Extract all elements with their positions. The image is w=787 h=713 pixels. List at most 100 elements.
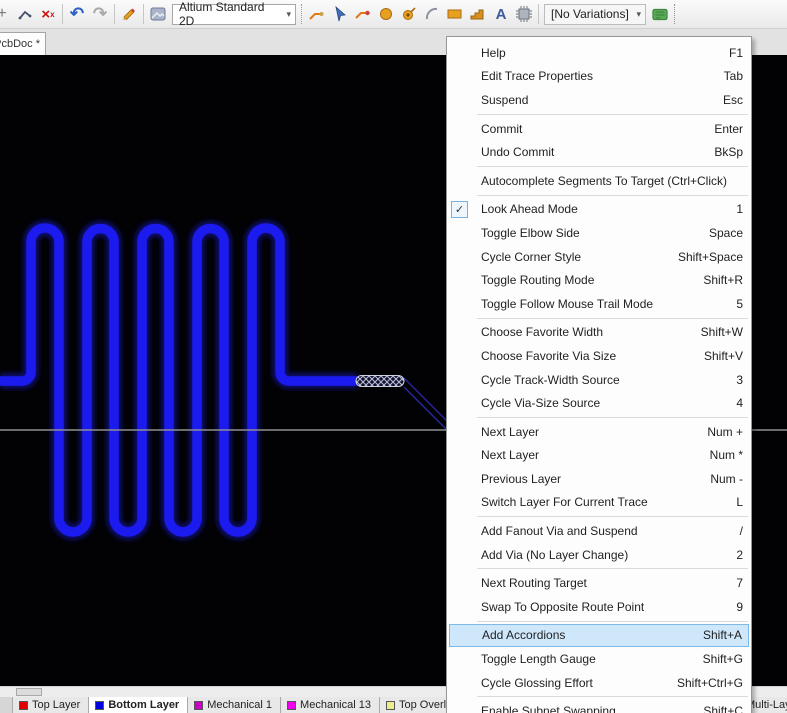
menu-item-shortcut: 3 xyxy=(724,373,743,387)
menu-item[interactable]: ✓Look Ahead Mode1 xyxy=(447,198,751,222)
menu-item-shortcut: F1 xyxy=(717,46,743,60)
string-icon[interactable]: A xyxy=(492,4,510,24)
pad-icon[interactable] xyxy=(377,4,395,24)
menu-item[interactable]: Autocomplete Segments To Target (Ctrl+Cl… xyxy=(447,169,751,193)
menu-item-label: Toggle Follow Mouse Trail Mode xyxy=(481,297,724,311)
lookahead-hatched-segment xyxy=(356,376,404,387)
menu-item[interactable]: Previous LayerNum - xyxy=(447,467,751,491)
route-conflict-icon[interactable] xyxy=(354,4,372,24)
menu-item[interactable]: Add Fanout Via and Suspend/ xyxy=(447,519,751,543)
menu-item-label: Cycle Glossing Effort xyxy=(481,676,665,690)
layer-color-swatch xyxy=(19,701,28,710)
menu-item[interactable]: Undo CommitBkSp xyxy=(447,140,751,164)
layer-color-swatch xyxy=(386,701,395,710)
toolbar-grip[interactable] xyxy=(674,4,680,24)
menu-separator xyxy=(477,417,748,418)
context-menu: HelpF1Edit Trace PropertiesTabSuspendEsc… xyxy=(446,36,752,713)
route-icon[interactable] xyxy=(308,4,326,24)
component-icon[interactable] xyxy=(515,4,533,24)
menu-item-shortcut: Shift+A xyxy=(691,628,742,642)
redo-icon[interactable]: ↷ xyxy=(91,4,109,24)
menu-item[interactable]: Choose Favorite WidthShift+W xyxy=(447,321,751,345)
menu-item-label: Choose Favorite Via Size xyxy=(481,349,692,363)
menu-item[interactable]: SuspendEsc xyxy=(447,88,751,112)
menu-item[interactable]: Toggle Length GaugeShift+G xyxy=(447,647,751,671)
menu-item-label: Toggle Elbow Side xyxy=(481,226,697,240)
chevron-down-icon: ▾ xyxy=(280,9,291,20)
scrollbar-thumb[interactable] xyxy=(16,688,42,696)
menu-item[interactable]: Edit Trace PropertiesTab xyxy=(447,65,751,89)
menu-item-shortcut: Tab xyxy=(712,69,743,83)
menu-item[interactable]: Next LayerNum * xyxy=(447,444,751,468)
menu-item-shortcut: 1 xyxy=(724,202,743,216)
undo-icon[interactable]: ↶ xyxy=(68,4,86,24)
menu-separator xyxy=(477,114,748,115)
toolbar-separator xyxy=(143,4,144,24)
guide-line xyxy=(404,387,452,435)
annotate-pencil-icon[interactable] xyxy=(120,4,138,24)
menu-item[interactable]: Switch Layer For Current TraceL xyxy=(447,491,751,515)
menu-item-label: Choose Favorite Width xyxy=(481,325,689,339)
menu-item-shortcut: L xyxy=(724,495,743,509)
menu-item[interactable]: Add AccordionsShift+A xyxy=(449,624,749,648)
board-icon[interactable] xyxy=(651,4,669,24)
menu-item[interactable]: Toggle Routing ModeShift+R xyxy=(447,268,751,292)
layer-tab[interactable]: Bottom Layer xyxy=(89,697,188,713)
menu-item[interactable]: Next LayerNum + xyxy=(447,420,751,444)
layer-tab[interactable]: Mechanical 13 xyxy=(281,697,380,713)
menu-separator xyxy=(477,166,748,167)
menu-separator xyxy=(477,621,748,622)
menu-item-label: Look Ahead Mode xyxy=(481,202,724,216)
layer-tab[interactable]: Mechanical 1 xyxy=(188,697,281,713)
menu-item[interactable]: Cycle Track-Width Source3 xyxy=(447,368,751,392)
menu-item-label: Help xyxy=(481,46,717,60)
menu-item-shortcut: Num - xyxy=(698,472,743,486)
menu-item[interactable]: Swap To Opposite Route Point9 xyxy=(447,595,751,619)
menu-item[interactable]: Next Routing Target7 xyxy=(447,571,751,595)
variations-select[interactable]: [No Variations] ▾ xyxy=(544,4,646,25)
menu-item-label: Next Routing Target xyxy=(481,576,724,590)
image-icon[interactable] xyxy=(149,4,167,24)
menu-item[interactable]: CommitEnter xyxy=(447,117,751,141)
menu-item-shortcut: Shift+V xyxy=(692,349,743,363)
fill-icon[interactable] xyxy=(446,4,464,24)
pointer-icon[interactable] xyxy=(331,4,349,24)
menu-item[interactable]: Cycle Glossing EffortShift+Ctrl+G xyxy=(447,671,751,695)
main-toolbar: + ×x ↶ ↷ Altium xyxy=(0,0,787,29)
menu-item[interactable]: Add Via (No Layer Change)2 xyxy=(447,543,751,567)
layer-color-swatch xyxy=(194,701,203,710)
menu-item[interactable]: Choose Favorite Via SizeShift+V xyxy=(447,344,751,368)
menu-item-shortcut: Shift+G xyxy=(691,652,743,666)
snap-icon[interactable] xyxy=(16,4,34,24)
menu-item[interactable]: HelpF1 xyxy=(447,41,751,65)
document-tab[interactable]: PcbDoc * xyxy=(0,32,46,55)
via-icon[interactable] xyxy=(400,4,418,24)
menu-separator xyxy=(477,516,748,517)
menu-item[interactable]: Cycle Via-Size Source4 xyxy=(447,391,751,415)
lookahead-guide-lines xyxy=(404,378,452,435)
layer-tab-scroll-stub[interactable] xyxy=(0,697,13,713)
menu-item-label: Switch Layer For Current Trace xyxy=(481,495,724,509)
menu-item-shortcut: 2 xyxy=(724,548,743,562)
menu-item-label: Next Layer xyxy=(481,425,695,439)
toolbar-separator xyxy=(62,4,63,24)
view-mode-select[interactable]: Altium Standard 2D ▾ xyxy=(172,4,296,25)
polygon-pour-icon[interactable] xyxy=(469,4,487,24)
menu-item[interactable]: Enable Subnet SwappingShift+C xyxy=(447,699,751,713)
layer-tab-label: Top Layer xyxy=(32,699,80,711)
menu-item-shortcut: BkSp xyxy=(702,145,743,159)
menu-item-label: Toggle Length Gauge xyxy=(481,652,691,666)
menu-item[interactable]: Cycle Corner StyleShift+Space xyxy=(447,245,751,269)
layer-tab[interactable]: Top Layer xyxy=(13,697,89,713)
clear-filter-icon[interactable]: ×x xyxy=(39,4,57,24)
menu-item[interactable]: Toggle Elbow SideSpace xyxy=(447,221,751,245)
layer-tab-label: Multi-Layer xyxy=(746,699,787,711)
menu-item-shortcut: Num + xyxy=(695,425,743,439)
menu-item[interactable]: Toggle Follow Mouse Trail Mode5 xyxy=(447,292,751,316)
toolbar-separator xyxy=(538,4,539,24)
crosshair-icon[interactable]: + xyxy=(0,4,11,24)
menu-item-shortcut: 4 xyxy=(724,396,743,410)
arc-icon[interactable] xyxy=(423,4,441,24)
menu-item-shortcut: Enter xyxy=(702,122,743,136)
menu-item-shortcut: Num * xyxy=(698,448,743,462)
